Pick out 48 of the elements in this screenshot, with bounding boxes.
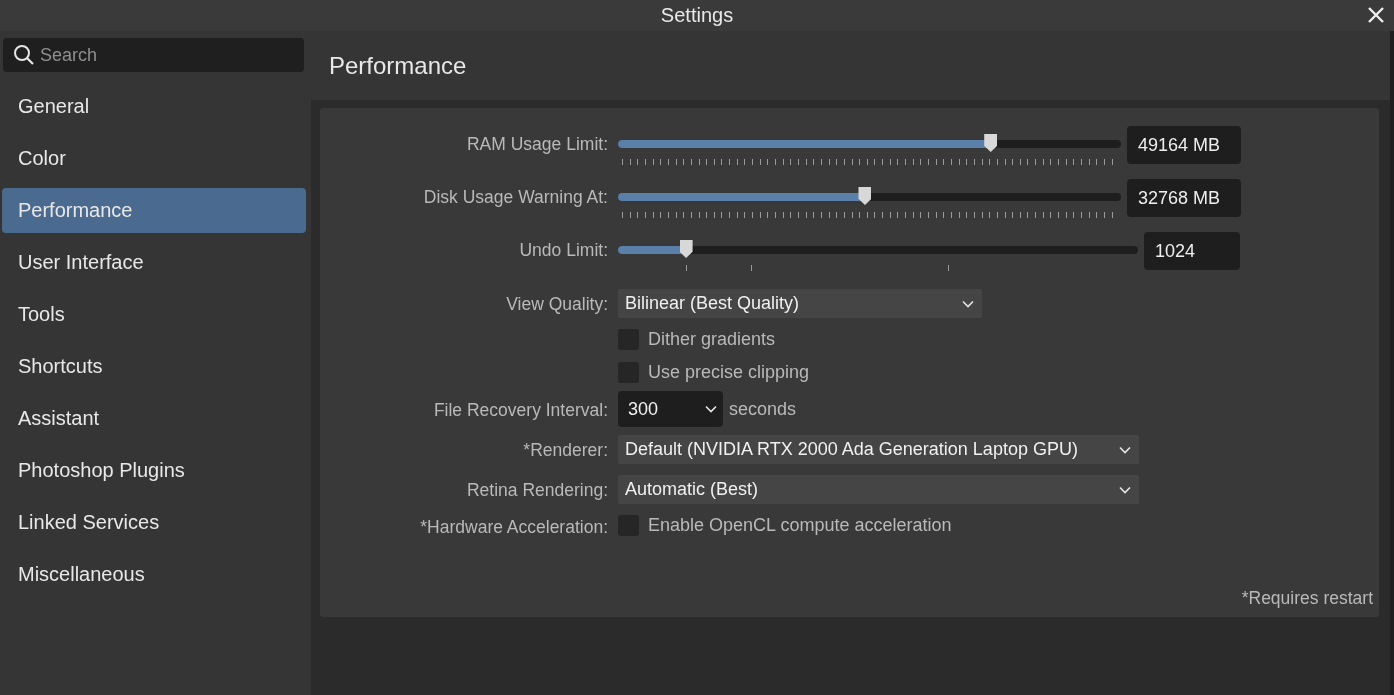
footnote: *Requires restart	[1241, 588, 1373, 608]
checkbox-label[interactable]: Enable OpenCL compute acceleration	[648, 515, 952, 536]
chevron-down-icon	[1119, 445, 1131, 454]
slider[interactable]	[618, 134, 1121, 154]
value-field[interactable]: 32768 MB	[1127, 179, 1241, 217]
checkbox-label[interactable]: Use precise clipping	[648, 362, 810, 383]
setting-label: View Quality:	[506, 294, 608, 314]
chevron-down-icon	[962, 299, 974, 308]
slider[interactable]	[618, 187, 1121, 207]
close-icon[interactable]	[1367, 6, 1385, 24]
sidebar-item[interactable]: General	[2, 84, 306, 129]
sidebar-item[interactable]: Photoshop Plugins	[2, 448, 306, 493]
slider-thumb[interactable]	[984, 134, 998, 152]
setting-label: Retina Rendering:	[466, 480, 608, 500]
search-field[interactable]: Search	[3, 38, 304, 72]
dropdown[interactable]: 300	[618, 391, 723, 427]
sidebar-item[interactable]: Linked Services	[2, 500, 306, 545]
sidebar-item[interactable]: Performance	[2, 188, 306, 233]
slider-thumb[interactable]	[858, 187, 872, 205]
sidebar-item[interactable]: Assistant	[2, 396, 306, 441]
checkbox-label[interactable]: Dither gradients	[648, 329, 776, 350]
slider[interactable]	[618, 240, 1138, 260]
dropdown[interactable]: Automatic (Best)	[618, 475, 1139, 504]
sidebar-item[interactable]: Shortcuts	[2, 344, 306, 389]
sidebar-item[interactable]: Tools	[2, 292, 306, 337]
value-field[interactable]: 49164 MB	[1127, 126, 1241, 164]
tick-mark	[948, 265, 950, 271]
setting-label: Disk Usage Warning At:	[423, 187, 608, 207]
tick-mark	[685, 265, 687, 271]
sidebar-item[interactable]: User Interface	[2, 240, 306, 285]
tick-mark	[750, 265, 752, 271]
unit-label: seconds	[729, 398, 797, 421]
dropdown[interactable]: Bilinear (Best Quality)	[618, 289, 982, 318]
setting-label: RAM Usage Limit:	[467, 134, 608, 154]
value-field[interactable]: 1024	[1144, 232, 1240, 270]
setting-label: *Renderer:	[523, 440, 608, 460]
window-title: Settings	[660, 4, 734, 27]
slider-thumb[interactable]	[679, 240, 693, 258]
setting-label: *Hardware Acceleration:	[420, 517, 608, 537]
dropdown[interactable]: Default (NVIDIA RTX 2000 Ada Generation Laptop GPU)	[618, 435, 1139, 464]
setting-label: File Recovery Interval:	[433, 400, 608, 420]
search-icon	[13, 44, 35, 66]
sidebar-item[interactable]: Miscellaneous	[2, 552, 306, 597]
sidebar-item[interactable]: Color	[2, 136, 306, 181]
setting-label: Undo Limit:	[519, 240, 608, 260]
chevron-down-icon	[705, 405, 717, 413]
page-title: Performance	[329, 51, 467, 80]
chevron-down-icon	[1119, 485, 1131, 494]
